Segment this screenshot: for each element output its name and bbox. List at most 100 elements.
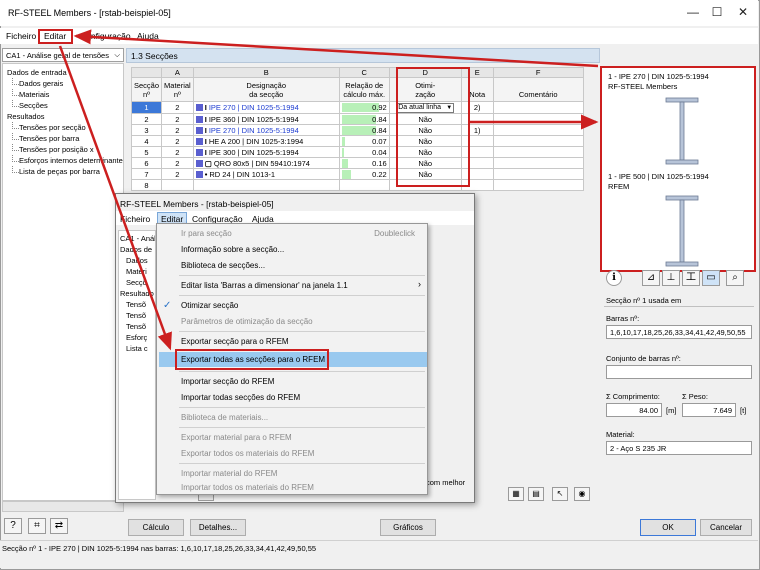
cell-material-no[interactable]: 2 [161,113,194,125]
help-icon[interactable]: ? [4,518,22,534]
cell-section-no[interactable]: 1 [130,101,163,114]
table-row[interactable]: 7 2 • RD 24 | DIN 1013-1 0.22 Não [130,168,584,180]
calc-button[interactable]: Cálculo [128,519,184,536]
tree-scrollbar[interactable] [2,501,124,512]
menu-item-import-material[interactable]: Importar material do RFEM [181,469,277,478]
menu-file[interactable]: Ficheiro [6,31,36,41]
menu-item-optimize[interactable]: Otimizar secção [181,301,238,310]
cell-ratio[interactable]: 0.22 [338,168,390,180]
overlay-tree-item[interactable]: Tensõ [120,299,154,310]
frame-icon[interactable]: ▭ [702,270,720,286]
cell-comment[interactable] [492,168,584,180]
tree-item-materials[interactable]: Materiais [5,89,121,100]
overlay-tree-item[interactable]: Esforç [120,332,154,343]
menu-item-export-material[interactable]: Exportar material para o RFEM [181,433,292,442]
overlay-tree-head[interactable]: CA1 - Análise [120,233,155,244]
cell-comment[interactable] [492,113,584,125]
cell-ratio[interactable]: 0.92 [338,101,390,114]
overlay-tree-item[interactable]: Resultado [120,288,154,299]
menu-config[interactable]: Configuração [80,31,131,41]
cell-comment[interactable] [492,135,584,147]
menu-item-import-materials[interactable]: Importar todos os materiais do RFEM [181,483,314,492]
tree-item-stress-x[interactable]: Tensões por posição x [5,144,121,155]
graphics-button[interactable]: Gráficos [380,519,436,536]
table-row[interactable]: 4 2 I HE A 200 | DIN 1025-3:1994 0.07 Não [130,135,584,147]
cell-comment[interactable] [492,124,584,136]
ok-button[interactable]: OK [640,519,696,536]
cancel-button[interactable]: Cancelar [700,519,752,536]
overlay-tree-item[interactable]: Dados de [120,244,154,255]
cell-comment[interactable] [492,101,584,114]
axes-icon[interactable]: ⊥ [662,270,680,286]
menu-item-material-library[interactable]: Biblioteca de materiais... [181,413,268,422]
cell-designation[interactable]: ▢ QRO 80x5 | DIN 59410:1974 [192,157,340,169]
menu-item-goto[interactable]: Ir para secção [181,229,232,238]
calc-icon[interactable]: ⌗ [28,518,46,534]
cell-ratio[interactable]: 0.84 [338,113,390,125]
close-button[interactable]: ✕ [732,4,754,20]
menu-item-export-section[interactable]: Exportar secção para o RFEM [181,337,289,346]
table-row[interactable]: 3 2 I IPE 270 | DIN 1025-5:1994 0.84 Não 1) [130,124,584,136]
cell-comment[interactable] [492,146,584,158]
tree-item-sections[interactable]: Secções [5,100,121,111]
menu-item-info[interactable]: Informação sobre a secção... [181,245,284,254]
overlay-tree-item[interactable]: Secçõ [120,277,154,288]
table-row[interactable]: 8 [130,179,584,191]
cell-material-no[interactable]: 2 [161,135,194,147]
dimension-icon[interactable]: ⊿ [642,270,660,286]
menu-item-import-all[interactable]: Importar todas secções do RFEM [181,393,300,402]
cell-section-no[interactable]: 6 [130,157,163,169]
cell-section-no[interactable]: 4 [130,135,163,147]
overlay-tree-item[interactable]: Tensõ [120,310,154,321]
menu-item-opt-params[interactable]: Parâmetros de otimização da secção [181,317,313,326]
cell-section-no[interactable]: 7 [130,168,163,180]
menu-item-import-section[interactable]: Importar secção do RFEM [181,377,274,386]
members-field[interactable]: 1,6,10,17,18,25,26,33,34,41,42,49,50,55 [606,325,752,339]
units-icon[interactable]: ⇄ [50,518,68,534]
cell-material-no[interactable] [161,179,194,191]
tree-results[interactable]: Resultados [5,111,121,122]
overlay-tree-item[interactable]: Materi [120,266,154,277]
overlay-tree-item[interactable]: Tensõ [120,321,154,332]
cell-ratio[interactable]: 0.84 [338,124,390,136]
import-excel-icon[interactable]: ▤ [528,487,544,501]
cell-material-no[interactable]: 2 [161,124,194,136]
menu-item-library[interactable]: Biblioteca de secções... [181,261,265,270]
tree-item-forces[interactable]: Esforços internos determinantes [5,155,123,166]
cell-material-no[interactable]: 2 [161,101,194,114]
cell-designation[interactable]: • RD 24 | DIN 1013-1 [192,168,340,180]
menu-item-edit-list[interactable]: Editar lista 'Barras a dimensionar' na j… [181,281,348,290]
section-icon[interactable]: 工 [682,270,700,286]
cell-ratio[interactable]: 0.16 [338,157,390,169]
cell-ratio[interactable]: 0.07 [338,135,390,147]
tree-item-stress-member[interactable]: Tensões por barra [5,133,121,144]
cell-designation[interactable]: I IPE 270 | DIN 1025-5:1994 [192,124,340,136]
menu-help[interactable]: Ajuda [137,31,159,41]
cell-designation[interactable] [192,179,340,191]
tree-item-parts-list[interactable]: Lista de peças por barra [5,166,121,177]
tree-input[interactable]: Dados de entrada [5,67,121,78]
cell-designation[interactable]: I IPE 300 | DIN 1025-5:1994 [192,146,340,158]
cell-designation[interactable]: I IPE 270 | DIN 1025-5:1994 [192,101,340,114]
overlay-menu-file[interactable]: Ficheiro [120,214,150,224]
maximize-button[interactable]: ☐ [706,4,728,20]
cell-section-no[interactable]: 2 [130,113,163,125]
cell-material-no[interactable]: 2 [161,157,194,169]
table-row[interactable]: 5 2 I IPE 300 | DIN 1025-5:1994 0.04 Não [130,146,584,158]
table-row[interactable]: 1 2 I IPE 270 | DIN 1025-5:1994 0.92 Da atual… [130,101,584,114]
cell-section-no[interactable]: 5 [130,146,163,158]
cell-designation[interactable]: I HE A 200 | DIN 1025-3:1994 [192,135,340,147]
view-icon[interactable]: ◉ [574,487,590,501]
zoom-icon[interactable]: ⌕ [726,270,744,286]
cell-ratio[interactable] [338,179,390,191]
pointer-icon[interactable]: ↖ [552,487,568,501]
overlay-tree-item[interactable]: Lista c [120,343,154,354]
cell-material-no[interactable]: 2 [161,146,194,158]
member-sets-field[interactable] [606,365,752,379]
table-row[interactable]: 2 2 I IPE 360 | DIN 1025-5:1994 0.84 Não [130,113,584,125]
export-excel-icon[interactable]: ▦ [508,487,524,501]
overlay-tree-item[interactable]: Dados [120,255,154,266]
details-button[interactable]: Detalhes... [190,519,246,536]
cell-material-no[interactable]: 2 [161,168,194,180]
tree-item-stress-section[interactable]: Tensões por secção [5,122,121,133]
